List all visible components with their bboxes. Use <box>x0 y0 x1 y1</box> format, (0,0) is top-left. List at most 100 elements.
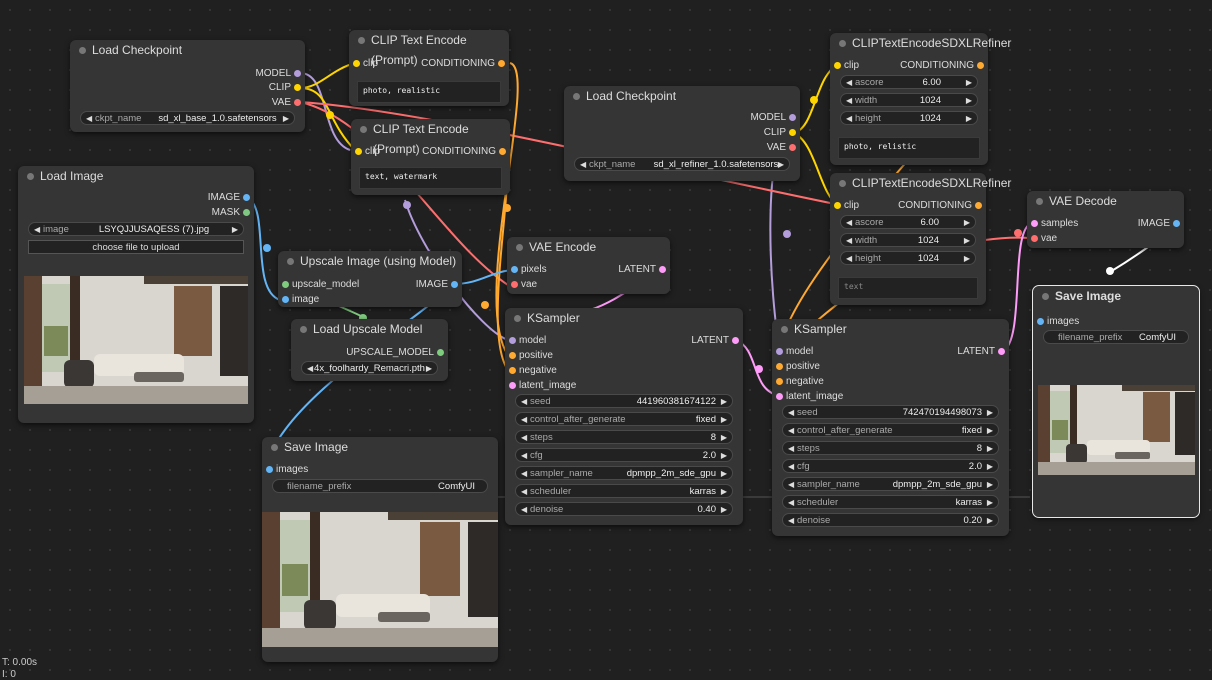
output-clip[interactable]: CLIP <box>764 127 796 139</box>
output-image[interactable]: IMAGE <box>208 192 250 204</box>
arrow-right-icon[interactable]: ▶ <box>778 158 784 172</box>
node-title[interactable]: CLIPTextEncodeSDXLRefiner <box>830 33 1011 53</box>
arrow-left-icon[interactable]: ◀ <box>788 424 794 438</box>
node-title[interactable]: Load Image <box>18 166 254 186</box>
node-load-checkpoint-refiner[interactable]: Load Checkpoint MODEL CLIP VAE ◀ ckpt_nam… <box>564 86 800 181</box>
input-vae[interactable]: vae <box>1031 233 1057 245</box>
arrow-left-icon[interactable]: ◀ <box>846 94 852 108</box>
collapse-dot-icon[interactable] <box>514 315 521 322</box>
ascore-number[interactable]: ◀ ascore 6.00 ▶ <box>840 215 976 229</box>
collapse-dot-icon[interactable] <box>516 244 523 251</box>
vae-port-icon[interactable] <box>1031 235 1038 242</box>
node-title[interactable]: Load Checkpoint <box>70 40 305 60</box>
upload-button[interactable]: choose file to upload <box>28 240 244 254</box>
arrow-left-icon[interactable]: ◀ <box>521 485 527 499</box>
collapse-dot-icon[interactable] <box>360 126 367 133</box>
output-latent[interactable]: LATENT <box>691 335 739 347</box>
image-port-icon[interactable] <box>266 466 273 473</box>
input-clip[interactable]: clip <box>353 58 378 70</box>
input-images[interactable]: images <box>1037 316 1079 328</box>
image-port-icon[interactable] <box>1037 318 1044 325</box>
node-vae-decode[interactable]: VAE Decode samples IMAGE vae <box>1027 191 1184 248</box>
ckpt-name-combo[interactable]: ◀ ckpt_name sd_xl_refiner_1.0.safetensors ▶ <box>574 157 790 171</box>
collapse-dot-icon[interactable] <box>358 37 365 44</box>
arrow-right-icon[interactable]: ▶ <box>964 216 970 230</box>
node-refiner-encode-positive[interactable]: CLIPTextEncodeSDXLRefiner clip CONDITION… <box>830 33 1011 165</box>
conditioning-port-icon[interactable] <box>509 352 516 359</box>
cfg-widget[interactable]: ◀ cfg 2.0 ▶ <box>515 448 733 462</box>
input-image[interactable]: image <box>282 294 319 306</box>
arrow-right-icon[interactable]: ▶ <box>987 442 993 456</box>
arrow-left-icon[interactable]: ◀ <box>521 467 527 481</box>
node-ksampler-base[interactable]: KSampler model LATENT positive negative … <box>505 308 743 525</box>
conditioning-port-icon[interactable] <box>498 60 505 67</box>
output-conditioning[interactable]: CONDITIONING <box>422 146 506 158</box>
arrow-right-icon[interactable]: ▶ <box>426 362 432 376</box>
clip-port-icon[interactable] <box>353 60 360 67</box>
image-port-icon[interactable] <box>243 194 250 201</box>
clip-port-icon[interactable] <box>834 62 841 69</box>
latent-port-icon[interactable] <box>659 266 666 273</box>
filename-prefix-input[interactable]: filename_prefix ComfyUI <box>272 479 488 493</box>
input-vae[interactable]: vae <box>511 279 537 291</box>
denoise-widget[interactable]: ◀ denoise 0.40 ▶ <box>515 502 733 516</box>
arrow-right-icon[interactable]: ▶ <box>987 460 993 474</box>
node-save-image-upscaled[interactable]: Save Image images filename_prefix ComfyUI <box>262 437 498 662</box>
model-port-icon[interactable] <box>789 114 796 121</box>
steps-widget[interactable]: ◀ steps 8 ▶ <box>515 430 733 444</box>
latent-port-icon[interactable] <box>732 337 739 344</box>
denoise-widget[interactable]: ◀ denoise 0.20 ▶ <box>782 513 999 527</box>
input-positive[interactable]: positive <box>776 361 820 373</box>
control-after-generate-widget[interactable]: ◀ control_after_generate fixed ▶ <box>515 412 733 426</box>
clip-port-icon[interactable] <box>294 84 301 91</box>
output-upscale-model[interactable]: UPSCALE_MODEL <box>346 347 444 359</box>
collapse-dot-icon[interactable] <box>287 258 294 265</box>
collapse-dot-icon[interactable] <box>300 326 307 333</box>
arrow-left-icon[interactable]: ◀ <box>788 460 794 474</box>
output-conditioning[interactable]: CONDITIONING <box>900 60 984 72</box>
scheduler-widget[interactable]: ◀ scheduler karras ▶ <box>515 484 733 498</box>
height-number[interactable]: ◀ height 1024 ▶ <box>840 251 976 265</box>
node-title[interactable]: CLIP Text Encode (Prompt) <box>349 30 509 67</box>
input-model[interactable]: model <box>509 335 546 347</box>
node-title[interactable]: Save Image <box>1033 286 1199 306</box>
arrow-right-icon[interactable]: ▶ <box>721 413 727 427</box>
node-save-image-refined[interactable]: Save Image images filename_prefix ComfyUI <box>1032 285 1200 518</box>
node-title[interactable]: KSampler <box>772 319 1009 339</box>
collapse-dot-icon[interactable] <box>1036 198 1043 205</box>
output-model[interactable]: MODEL <box>255 68 301 80</box>
arrow-left-icon[interactable]: ◀ <box>846 216 852 230</box>
mask-port-icon[interactable] <box>243 209 250 216</box>
model-port-icon[interactable] <box>294 70 301 77</box>
seed-widget[interactable]: ◀ seed 742470194498073 ▶ <box>782 405 999 419</box>
arrow-right-icon[interactable]: ▶ <box>964 234 970 248</box>
output-clip[interactable]: CLIP <box>269 82 301 94</box>
input-latent-image[interactable]: latent_image <box>509 380 576 392</box>
conditioning-port-icon[interactable] <box>509 367 516 374</box>
arrow-right-icon[interactable]: ▶ <box>283 112 289 126</box>
arrow-right-icon[interactable]: ▶ <box>721 503 727 517</box>
arrow-right-icon[interactable]: ▶ <box>966 94 972 108</box>
image-port-icon[interactable] <box>282 296 289 303</box>
clip-port-icon[interactable] <box>834 202 841 209</box>
conditioning-port-icon[interactable] <box>499 148 506 155</box>
width-number[interactable]: ◀ width 1024 ▶ <box>840 233 976 247</box>
collapse-dot-icon[interactable] <box>573 93 580 100</box>
node-title[interactable]: Load Upscale Model <box>291 319 448 339</box>
arrow-left-icon[interactable]: ◀ <box>788 406 794 420</box>
conditioning-port-icon[interactable] <box>776 363 783 370</box>
arrow-right-icon[interactable]: ▶ <box>966 112 972 126</box>
node-title[interactable]: Load Checkpoint <box>564 86 800 106</box>
collapse-dot-icon[interactable] <box>781 326 788 333</box>
vae-port-icon[interactable] <box>511 281 518 288</box>
prompt-textarea[interactable]: photo, relistic <box>838 137 980 159</box>
node-title[interactable]: Upscale Image (using Model) <box>278 251 462 271</box>
output-latent[interactable]: LATENT <box>957 346 1005 358</box>
input-negative[interactable]: negative <box>776 376 824 388</box>
input-negative[interactable]: negative <box>509 365 557 377</box>
node-load-image[interactable]: Load Image IMAGE MASK ◀ image LSYQJJUSAQES… <box>18 166 254 423</box>
sampler-name-widget[interactable]: ◀ sampler_name dpmpp_2m_sde_gpu ▶ <box>515 466 733 480</box>
collapse-dot-icon[interactable] <box>839 180 846 187</box>
node-title[interactable]: CLIP Text Encode (Prompt) <box>351 119 510 156</box>
latent-port-icon[interactable] <box>1031 220 1038 227</box>
